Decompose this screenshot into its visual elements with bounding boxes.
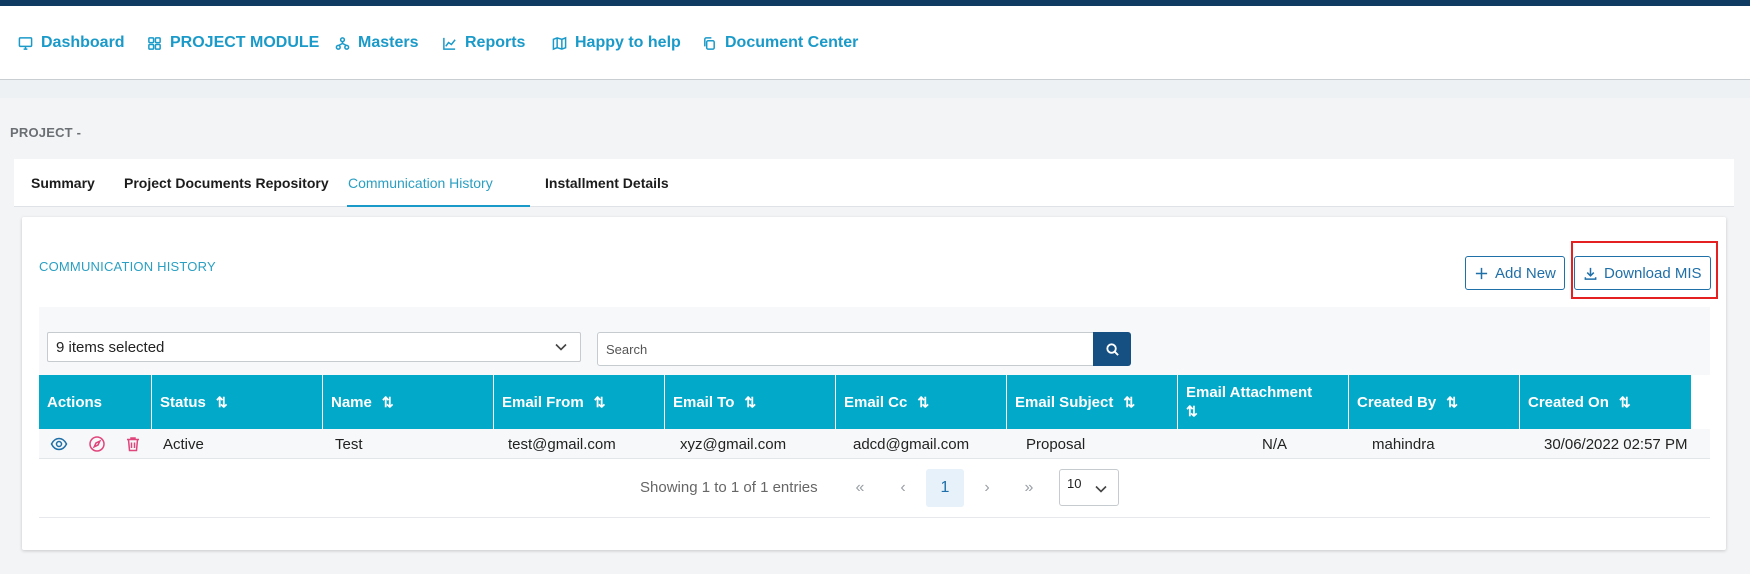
nav-happy-to-help-label: Happy to help [575, 34, 681, 51]
nav-project-module-label: PROJECT MODULE [170, 34, 320, 51]
cell-email-subject: Proposal [1026, 436, 1086, 453]
delete-icon[interactable] [124, 435, 142, 453]
column-multiselect-value: 9 items selected [56, 339, 165, 356]
last-page-button[interactable]: » [1011, 470, 1047, 506]
chevron-down-icon [555, 343, 567, 351]
cell-created-by: mahindra [1372, 436, 1435, 453]
map-icon [552, 36, 567, 50]
cell-created-on: 30/06/2022 02:57 PM [1544, 436, 1688, 453]
nav-happy-to-help[interactable]: Happy to help [552, 34, 681, 52]
sitemap-icon [335, 36, 350, 50]
sort-icon[interactable]: ⇅ [917, 394, 929, 411]
copy-icon [704, 36, 715, 50]
nav-dashboard[interactable]: Dashboard [18, 34, 125, 52]
column-header-label: Email From [502, 393, 584, 411]
cell-status: Active [163, 436, 204, 453]
sort-icon[interactable]: ⇅ [1619, 394, 1631, 411]
card-footer-divider [39, 517, 1710, 518]
nav-masters[interactable]: Masters [335, 34, 418, 52]
first-page-button[interactable]: « [842, 470, 878, 506]
nav-reports[interactable]: Reports [442, 34, 525, 52]
column-header-actions: Actions [39, 375, 152, 429]
sort-icon[interactable]: ⇅ [594, 394, 606, 411]
download-highlight-box [1571, 241, 1718, 299]
column-header-label: Name [331, 393, 372, 411]
sort-icon[interactable]: ⇅ [1446, 394, 1458, 411]
column-header-email-from[interactable]: Email From ⇅ [494, 375, 665, 429]
sort-icon[interactable]: ⇅ [1123, 394, 1135, 411]
nav-project-module[interactable]: PROJECT MODULE [147, 34, 319, 52]
view-icon[interactable] [50, 435, 68, 453]
column-header-label: Email Subject [1015, 393, 1114, 411]
next-page-button[interactable]: › [969, 470, 1005, 506]
tab-project-documents-repository[interactable]: Project Documents Repository [124, 175, 329, 191]
column-header-name[interactable]: Name ⇅ [323, 375, 494, 429]
column-header-email-to[interactable]: Email To ⇅ [665, 375, 836, 429]
chart-icon [443, 37, 456, 50]
column-header-created-on[interactable]: Created On ⇅ [1520, 375, 1691, 429]
tab-communication-history[interactable]: Communication History [348, 175, 493, 191]
table-row: Active Test test@gmail.com xyz@gmail.com… [39, 429, 1710, 459]
tab-installment-details[interactable]: Installment Details [545, 175, 669, 191]
cell-name: Test [335, 436, 363, 453]
search-button[interactable] [1093, 332, 1131, 366]
nav-masters-label: Masters [358, 34, 419, 51]
column-header-label: Created By [1357, 393, 1437, 411]
navbar-shadow-band [0, 80, 1750, 98]
monitor-icon [18, 36, 33, 50]
search-input[interactable] [597, 332, 1094, 366]
search-icon [1105, 342, 1119, 356]
active-tab-indicator [347, 205, 530, 207]
top-navbar: Dashboard PROJECT MODULE Masters Reports… [0, 6, 1750, 80]
column-header-label: Actions [47, 393, 103, 411]
tab-summary[interactable]: Summary [31, 175, 95, 191]
chevron-down-icon [1095, 485, 1107, 493]
cell-email-attachment: N/A [1262, 436, 1288, 453]
grid-icon [148, 36, 161, 50]
sort-icon[interactable]: ⇅ [744, 394, 756, 411]
nav-reports-label: Reports [465, 34, 526, 51]
nav-document-center-label: Document Center [725, 34, 859, 51]
nav-dashboard-label: Dashboard [41, 34, 125, 51]
add-new-button[interactable]: Add New [1465, 256, 1565, 290]
column-header-label: Created On [1528, 393, 1609, 411]
compass-icon[interactable] [88, 435, 106, 453]
pagination-info: Showing 1 to 1 of 1 entries [640, 479, 818, 496]
cell-email-to: xyz@gmail.com [680, 436, 787, 453]
column-header-label: Email To [673, 393, 735, 411]
sort-icon[interactable]: ⇅ [216, 394, 228, 411]
tab-bar: Summary Project Documents Repository Com… [14, 159, 1734, 207]
column-header-label: Status [160, 393, 206, 411]
nav-document-center[interactable]: Document Center [702, 34, 858, 52]
sort-icon[interactable]: ⇅ [382, 394, 394, 411]
column-header-email-attachment[interactable]: Email Attachment ⇅ [1178, 375, 1349, 429]
page-title: PROJECT - [10, 125, 82, 140]
column-header-status[interactable]: Status ⇅ [152, 375, 323, 429]
page-size-value: 10 [1067, 476, 1082, 491]
page-size-select[interactable]: 10 [1059, 469, 1119, 506]
column-header-label: Email Cc [844, 393, 908, 411]
plus-icon [1475, 267, 1488, 279]
prev-page-button[interactable]: ‹ [885, 470, 921, 506]
sort-icon[interactable]: ⇅ [1186, 403, 1198, 420]
card-title: COMMUNICATION HISTORY [39, 259, 216, 274]
column-header-created-by[interactable]: Created By ⇅ [1349, 375, 1520, 429]
column-multiselect[interactable]: 9 items selected [47, 332, 581, 362]
column-header-label: Email Attachment [1186, 384, 1313, 401]
cell-email-from: test@gmail.com [508, 436, 616, 453]
column-header-email-subject[interactable]: Email Subject ⇅ [1007, 375, 1178, 429]
column-header-email-cc[interactable]: Email Cc ⇅ [836, 375, 1007, 429]
add-new-label: Add New [1495, 264, 1556, 282]
page-number-current[interactable]: 1 [926, 469, 964, 507]
cell-email-cc: adcd@gmail.com [853, 436, 970, 453]
table-header: Actions Status ⇅ Name ⇅ Email From ⇅ Ema… [39, 375, 1691, 429]
